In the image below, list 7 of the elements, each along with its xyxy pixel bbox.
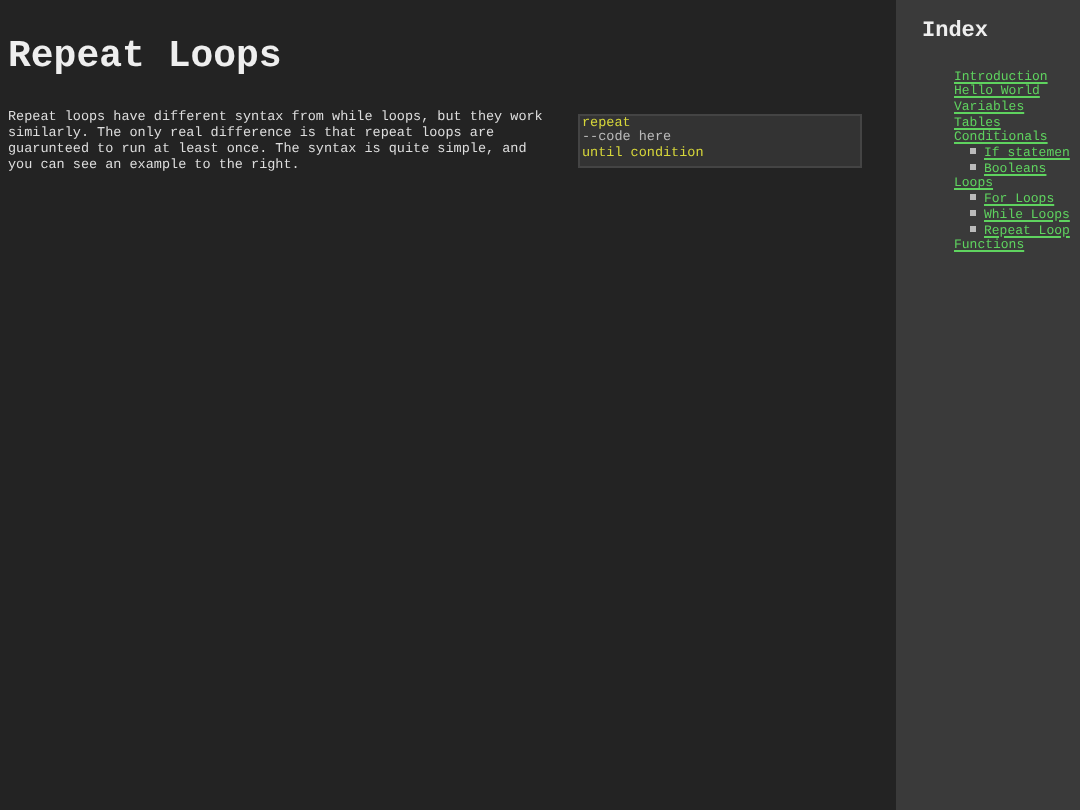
bullet-icon (970, 164, 976, 170)
index-title: Index (922, 18, 991, 48)
page-title: Repeat Loops (8, 32, 284, 82)
bullet-icon (970, 148, 976, 155)
bullet-icon (970, 194, 976, 201)
bullet-icon (970, 225, 976, 232)
bullet-icon (970, 210, 976, 217)
